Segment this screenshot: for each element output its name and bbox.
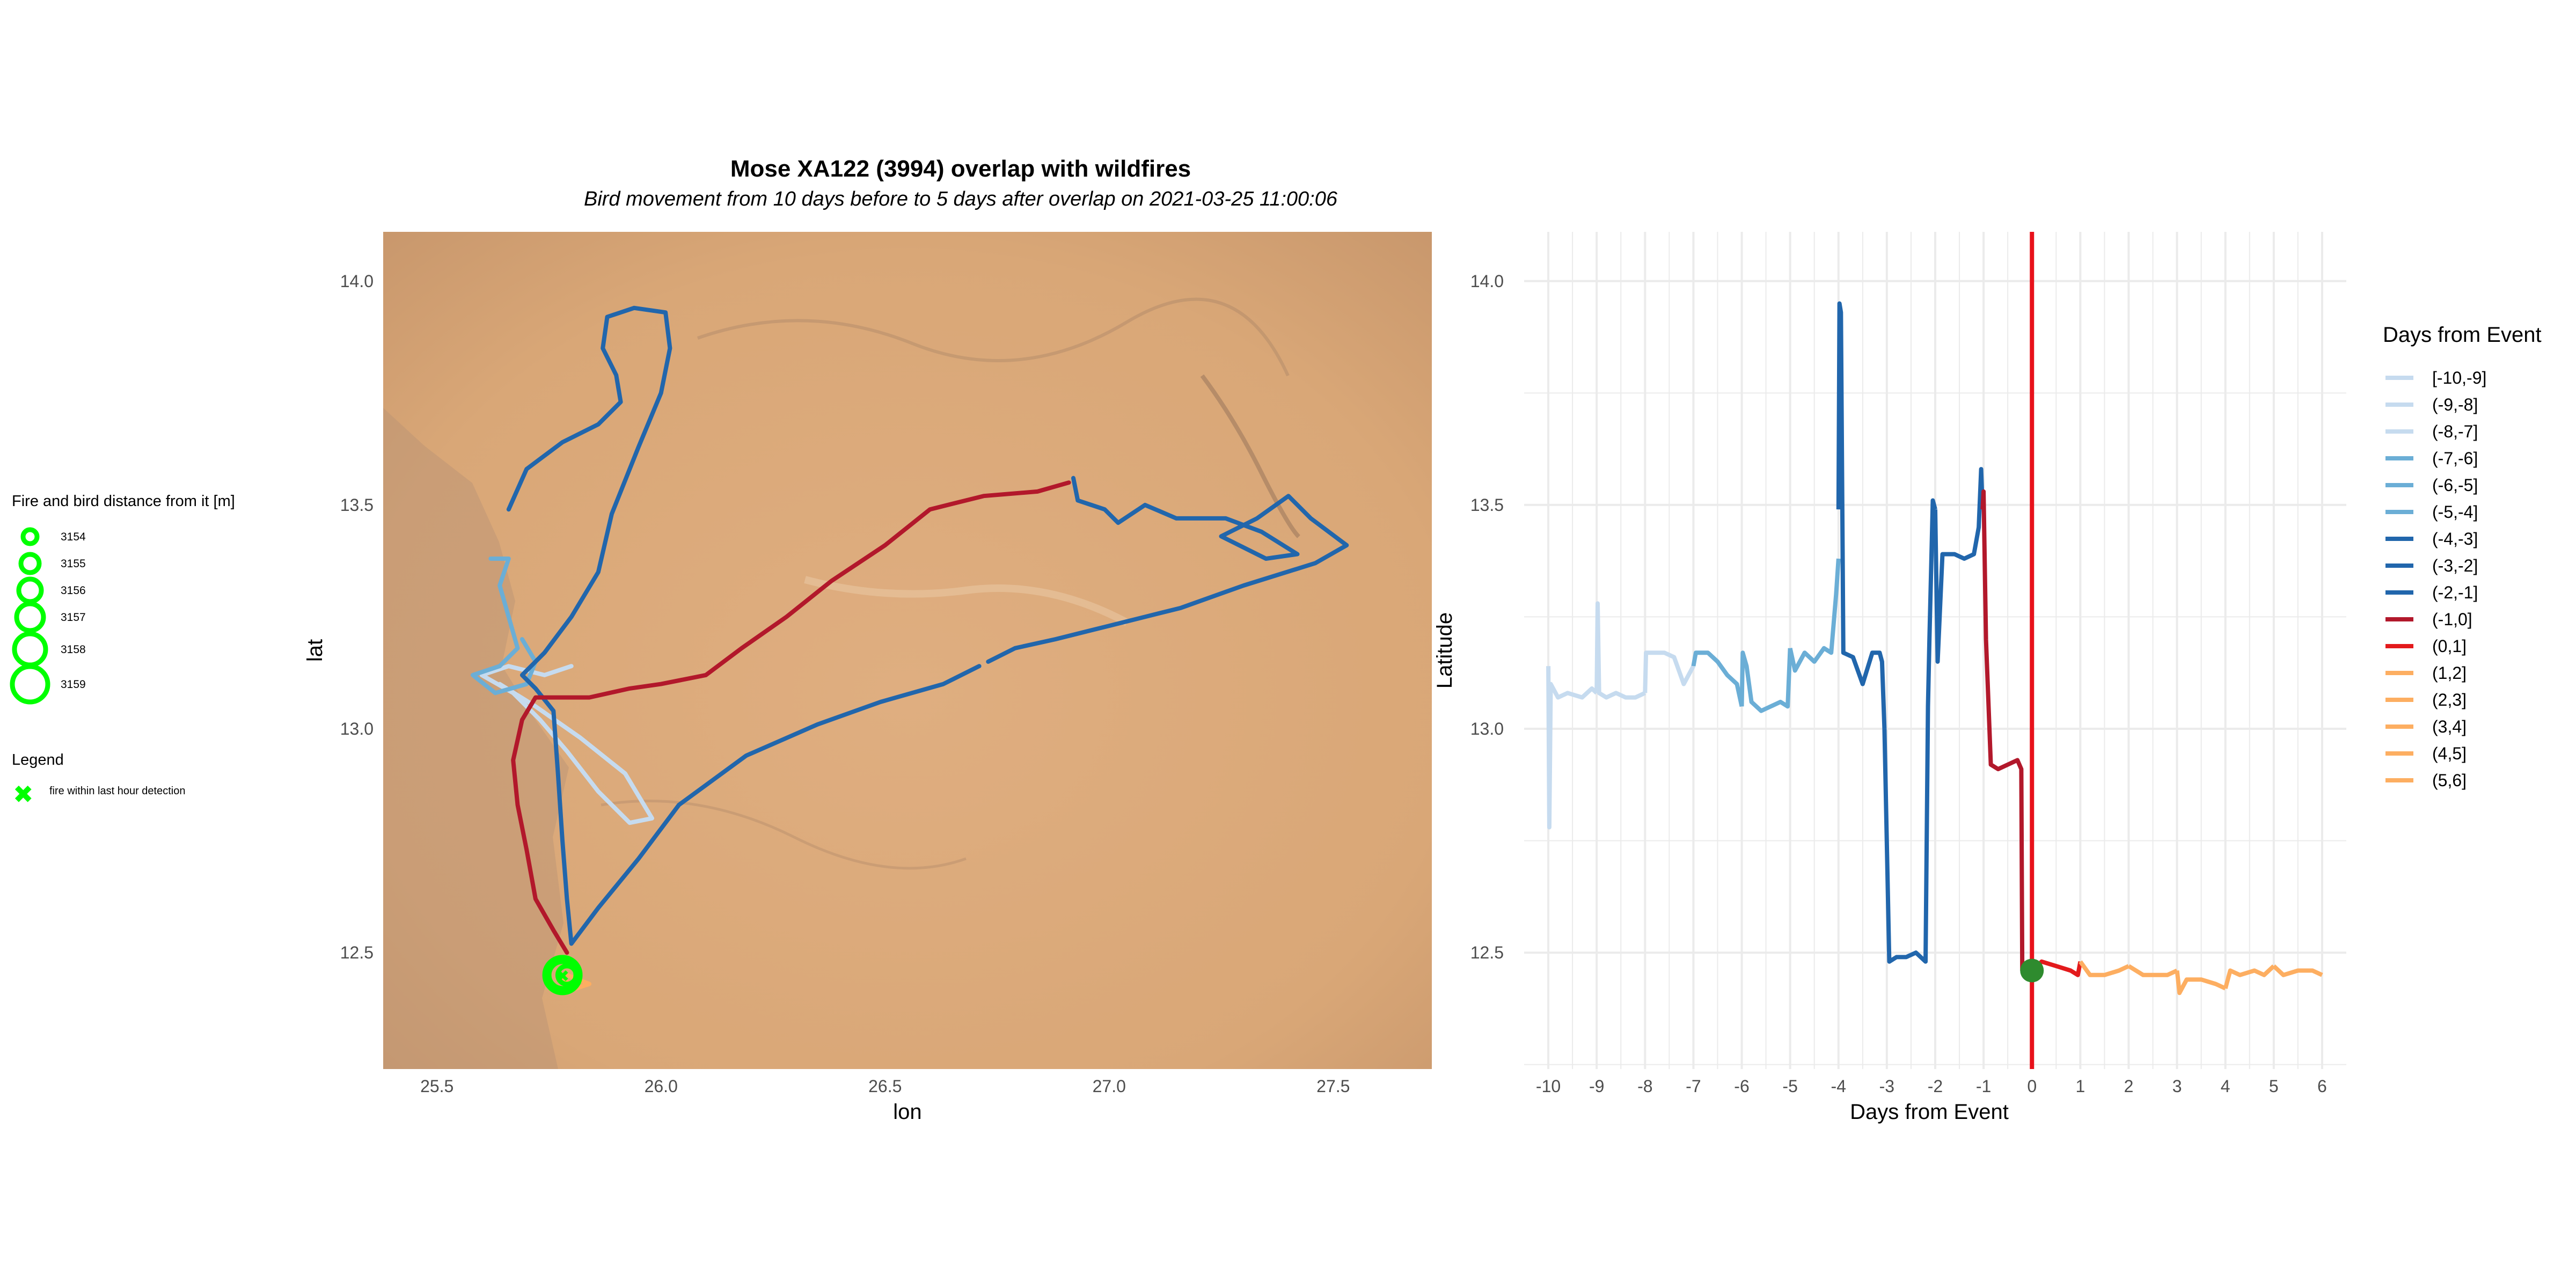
satellite-map: ✖ xyxy=(383,232,1432,1069)
map-x-tick-label: 26.0 xyxy=(645,1077,678,1096)
line-y-tick-label: 12.5 xyxy=(1470,943,1504,962)
line-x-tick-label: -7 xyxy=(1686,1077,1701,1096)
legend-label: (5,6] xyxy=(2432,771,2467,790)
line-x-tick-label: -8 xyxy=(1637,1077,1652,1096)
distance-legend-circle xyxy=(18,552,42,575)
line-x-tick-label: 3 xyxy=(2172,1077,2182,1096)
line-x-tick-label: -10 xyxy=(1536,1077,1561,1096)
distance-legend-circle xyxy=(12,631,48,668)
line-x-tick-label: 0 xyxy=(2027,1077,2037,1096)
line-x-tick-label: -1 xyxy=(1976,1077,1991,1096)
distance-legend-circle xyxy=(14,601,46,633)
distance-legend-label: 3158 xyxy=(61,643,86,656)
map-x-axis-label: lon xyxy=(893,1100,921,1124)
line-chart-grid xyxy=(1524,232,2346,1069)
line-x-tick-label: -3 xyxy=(1879,1077,1894,1096)
legend-label: (0,1] xyxy=(2432,636,2467,656)
map-x-tick-label: 26.5 xyxy=(868,1077,902,1096)
chart-canvas: 315431553156315731583159✖25.5 26.0 26.5 27.… xyxy=(10,232,2542,1124)
line-x-tick-label: 6 xyxy=(2317,1077,2327,1096)
map-y-tick-label: 13.0 xyxy=(340,719,374,738)
distance-legend-label: 3156 xyxy=(61,584,86,597)
event-marker xyxy=(2020,958,2044,983)
distance-legend-label: 3155 xyxy=(61,558,86,570)
map-y-tick-label: 13.5 xyxy=(340,495,374,515)
distance-legend-label: 3154 xyxy=(61,531,86,543)
line-x-tick-label: -5 xyxy=(1782,1077,1797,1096)
line-x-tick-label: -4 xyxy=(1831,1077,1846,1096)
fire-detection-marker: ✖ xyxy=(556,968,569,985)
line-x-tick-label: 5 xyxy=(2269,1077,2279,1096)
map-y-axis-label: lat xyxy=(303,639,327,662)
distance-legend-label: 3157 xyxy=(61,611,86,624)
distance-legend-circle xyxy=(10,664,50,705)
legend-label: (-6,-5] xyxy=(2432,475,2478,495)
map-x-tick-label: 27.5 xyxy=(1316,1077,1350,1096)
line-x-tick-label: 2 xyxy=(2124,1077,2134,1096)
line-y-tick-label: 13.5 xyxy=(1470,495,1504,515)
line-y-axis-label: Latitude xyxy=(1433,612,1457,689)
legend-title: Days from Event xyxy=(2383,323,2542,347)
line-y-tick-label: 14.0 xyxy=(1470,272,1504,291)
legend-label: (4,5] xyxy=(2432,744,2467,763)
map-x-tick-label: 27.0 xyxy=(1093,1077,1126,1096)
series-line xyxy=(1836,301,1887,729)
legend-label: (-2,-1] xyxy=(2432,583,2478,602)
legend-label: [-10,-9] xyxy=(2432,368,2486,387)
map-y-tick-label: 14.0 xyxy=(340,272,374,291)
distance-legend-label: 3159 xyxy=(61,678,86,691)
legend-label: (-4,-3] xyxy=(2432,529,2478,548)
map-x-tick-label: 25.5 xyxy=(420,1077,453,1096)
legend-label: (-8,-7] xyxy=(2432,422,2478,441)
distance-legend-circle xyxy=(16,576,44,604)
map-y-tick-label: 12.5 xyxy=(340,943,374,962)
legend-label: (-3,-2] xyxy=(2432,556,2478,575)
line-y-tick-label: 13.0 xyxy=(1470,719,1504,738)
legend-label: (3,4] xyxy=(2432,717,2467,736)
legend-label: (2,3] xyxy=(2432,690,2467,709)
legend-label: (-9,-8] xyxy=(2432,395,2478,414)
series-line xyxy=(1882,498,1937,964)
series-line xyxy=(1980,489,2025,971)
distance-legend-circle xyxy=(20,527,40,546)
legend-label: (-1,0] xyxy=(2432,610,2472,629)
legend-label: (1,2] xyxy=(2432,663,2467,683)
line-x-tick-label: 1 xyxy=(2075,1077,2085,1096)
line-x-tick-label: -2 xyxy=(1928,1077,1943,1096)
legend-label: (-5,-4] xyxy=(2432,502,2478,522)
line-x-axis-label: Days from Event xyxy=(1850,1100,2009,1124)
legend-label: (-7,-6] xyxy=(2432,449,2478,468)
line-x-tick-label: -6 xyxy=(1734,1077,1749,1096)
line-x-tick-label: -9 xyxy=(1589,1077,1604,1096)
line-x-tick-label: 4 xyxy=(2221,1077,2230,1096)
